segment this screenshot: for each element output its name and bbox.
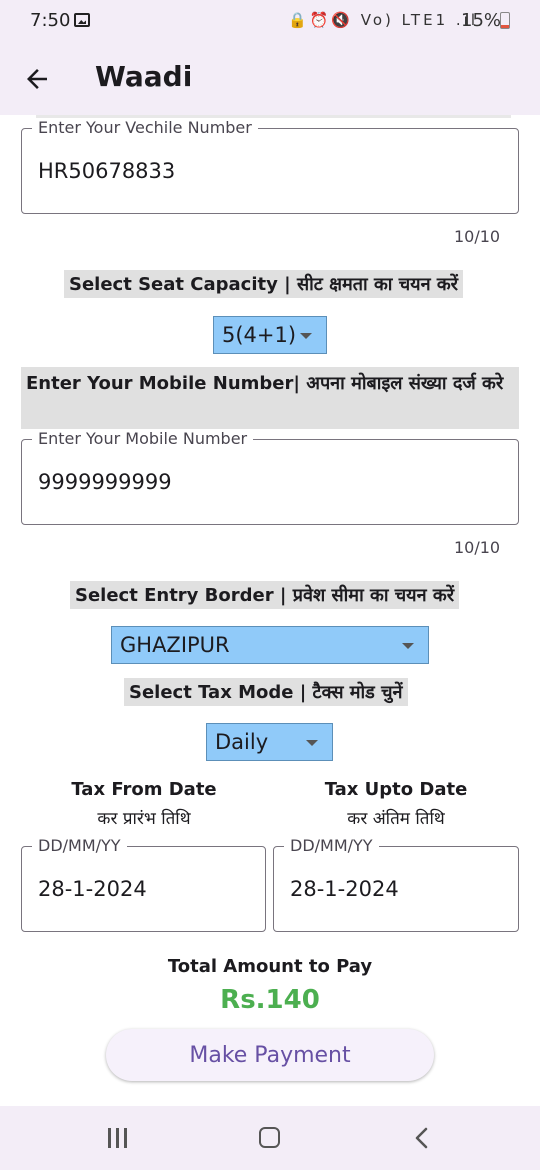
system-back-icon[interactable] — [412, 1127, 432, 1149]
vehicle-number-input[interactable] — [38, 159, 485, 183]
upto-date-label: DD/MM/YY — [284, 836, 379, 855]
upto-date-field[interactable]: DD/MM/YY — [273, 836, 519, 932]
entry-border-value: GHAZIPUR — [120, 633, 230, 657]
status-bar: 7:50 🔒⏰🔇 Vo) LTE1 .ıl 15% — [0, 0, 540, 42]
upto-date-title-hindi: कर अंतिम तिथि — [347, 809, 445, 829]
status-time: 7:50 — [30, 10, 71, 31]
system-nav-bar — [0, 1106, 540, 1170]
tax-mode-dropdown[interactable]: Daily — [206, 723, 333, 761]
seat-capacity-dropdown[interactable]: 5(4+1) — [213, 316, 327, 354]
back-arrow-icon[interactable] — [22, 64, 52, 94]
tax-mode-heading: Select Tax Mode | टैक्स मोड चुनें — [124, 678, 408, 706]
seat-capacity-heading: Select Seat Capacity | सीट क्षमता का चयन… — [64, 270, 464, 298]
entry-border-dropdown[interactable]: GHAZIPUR — [111, 626, 429, 664]
chevron-down-icon — [300, 333, 312, 339]
mobile-number-heading: Enter Your Mobile Number| अपना मोबाइल सं… — [21, 367, 519, 429]
make-payment-button[interactable]: Make Payment — [106, 1029, 434, 1081]
chevron-down-icon — [306, 740, 318, 746]
upto-date-heading: Tax Upto Date कर अंतिम तिथि — [276, 779, 516, 829]
mobile-number-field[interactable]: Enter Your Mobile Number — [21, 429, 519, 525]
entry-border-heading: Select Entry Border | प्रवेश सीमा का चयन… — [70, 581, 460, 609]
tax-mode-value: Daily — [215, 730, 269, 754]
seat-capacity-value: 5(4+1) — [222, 323, 297, 347]
app-bar: Waadi — [0, 42, 540, 115]
mobile-number-label: Enter Your Mobile Number — [32, 429, 254, 448]
home-icon[interactable] — [259, 1127, 280, 1148]
chevron-down-icon — [402, 643, 414, 649]
battery-icon — [500, 12, 510, 29]
from-date-heading: Tax From Date कर प्रारंभ तिथि — [24, 779, 264, 829]
status-icons: 🔒⏰🔇 Vo) LTE1 .ıl — [287, 11, 478, 29]
total-amount-value: Rs.140 — [220, 985, 320, 1015]
mobile-number-input[interactable] — [38, 470, 485, 494]
from-date-input[interactable] — [38, 877, 257, 901]
vehicle-number-label: Enter Your Vechile Number — [32, 118, 258, 137]
gallery-icon — [74, 13, 90, 27]
from-date-label: DD/MM/YY — [32, 836, 127, 855]
page-title: Waadi — [95, 60, 193, 93]
upto-date-input[interactable] — [290, 877, 510, 901]
vehicle-char-counter: 10/10 — [454, 227, 501, 246]
vehicle-number-field[interactable]: Enter Your Vechile Number — [21, 118, 519, 214]
from-date-title: Tax From Date — [71, 779, 217, 800]
battery-percent: 15% — [461, 10, 502, 31]
mobile-char-counter: 10/10 — [454, 538, 501, 557]
from-date-field[interactable]: DD/MM/YY — [21, 836, 266, 932]
recents-icon[interactable] — [108, 1128, 130, 1148]
from-date-title-hindi: कर प्रारंभ तिथि — [97, 809, 191, 829]
upto-date-title: Tax Upto Date — [324, 779, 468, 800]
total-amount-label: Total Amount to Pay — [167, 956, 373, 977]
